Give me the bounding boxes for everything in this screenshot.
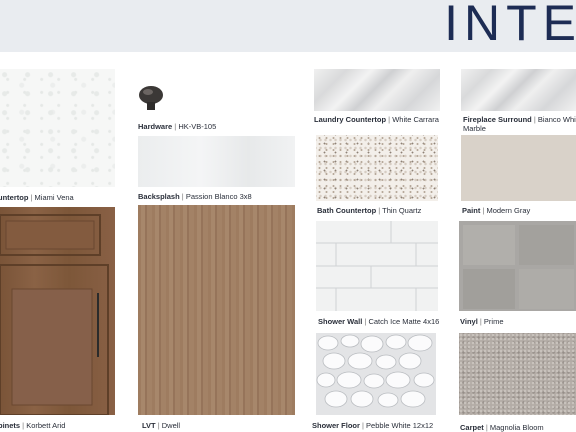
caption-paint: Paint | Modern Gray xyxy=(462,206,531,215)
caption-value: Modern Gray xyxy=(486,206,531,215)
caption-laundry-countertop: Laundry Countertop | White Carrara xyxy=(314,115,439,124)
caption-label: Shower Wall xyxy=(318,317,363,326)
bath-countertop-swatch xyxy=(316,135,438,201)
caption-value: Magnolia Bloom xyxy=(489,423,544,432)
caption-label: Shower Floor xyxy=(312,421,360,430)
page-title: INTE xyxy=(444,0,576,51)
caption-label: Hardware xyxy=(138,122,173,131)
shower-wall-swatch xyxy=(316,221,438,311)
caption-label: Carpet xyxy=(460,423,484,432)
caption-label: Laundry Countertop xyxy=(314,115,387,124)
caption-label: binets xyxy=(0,421,21,430)
fireplace-surround-swatch xyxy=(461,69,576,111)
caption-label: Bath Countertop xyxy=(317,206,377,215)
caption-label: Fireplace Surround xyxy=(463,115,532,124)
caption-label: Vinyl xyxy=(460,317,478,326)
caption-backsplash: Backsplash | Passion Blanco 3x8 xyxy=(138,192,252,201)
caption-value: Bianco Whi xyxy=(537,115,576,124)
caption-shower-floor: Shower Floor | Pebble White 12x12 xyxy=(312,421,434,430)
caption-label: untertop xyxy=(0,193,29,202)
caption-value: White Carrara xyxy=(392,115,439,124)
caption-fireplace-surround: Fireplace Surround | Bianco Whi xyxy=(463,115,576,124)
lvt-swatch xyxy=(138,205,295,415)
carpet-swatch xyxy=(459,333,576,415)
caption-hardware: Hardware | HK-VB-105 xyxy=(138,122,217,131)
caption-value: Thin Quartz xyxy=(382,206,422,215)
caption-value: Korbett Arid xyxy=(26,421,66,430)
cabinets-swatch xyxy=(0,207,115,415)
laundry-countertop-swatch xyxy=(314,69,440,111)
paint-swatch xyxy=(461,135,576,201)
backsplash-swatch xyxy=(138,136,295,187)
caption-value: Prime xyxy=(483,317,504,326)
subway-tile-grid xyxy=(316,221,438,311)
vinyl-tile-grid xyxy=(459,221,576,311)
caption-value: Dwell xyxy=(161,421,181,430)
vinyl-swatch xyxy=(459,221,576,311)
caption-value: Passion Blanco 3x8 xyxy=(185,192,252,201)
caption-value: Pebble White 12x12 xyxy=(366,421,434,430)
caption-lvt: LVT | Dwell xyxy=(142,421,181,430)
caption-kitchen-countertop: untertop | Miami Vena xyxy=(0,193,74,202)
caption-value: Catch Ice Matte 4x16 xyxy=(368,317,440,326)
caption-label: LVT xyxy=(142,421,156,430)
caption-carpet: Carpet | Magnolia Bloom xyxy=(460,423,544,432)
caption-vinyl: Vinyl | Prime xyxy=(460,317,504,326)
caption-value: HK-VB-105 xyxy=(178,122,217,131)
caption-label: Paint xyxy=(462,206,481,215)
hardware-knob-icon xyxy=(136,84,166,114)
shower-floor-swatch xyxy=(316,333,436,415)
pebble-pattern xyxy=(316,334,435,408)
caption-shower-wall: Shower Wall | Catch Ice Matte 4x16 xyxy=(318,317,440,326)
caption-cabinets: binets | Korbett Arid xyxy=(0,421,66,430)
cabinet-door-graphic xyxy=(0,214,109,415)
caption-label: Backsplash xyxy=(138,192,180,201)
caption-fireplace-surround-line2: Marble xyxy=(463,124,486,133)
caption-value: Miami Vena xyxy=(34,193,74,202)
caption-bath-countertop: Bath Countertop | Thin Quartz xyxy=(317,206,422,215)
kitchen-countertop-swatch xyxy=(0,69,115,187)
